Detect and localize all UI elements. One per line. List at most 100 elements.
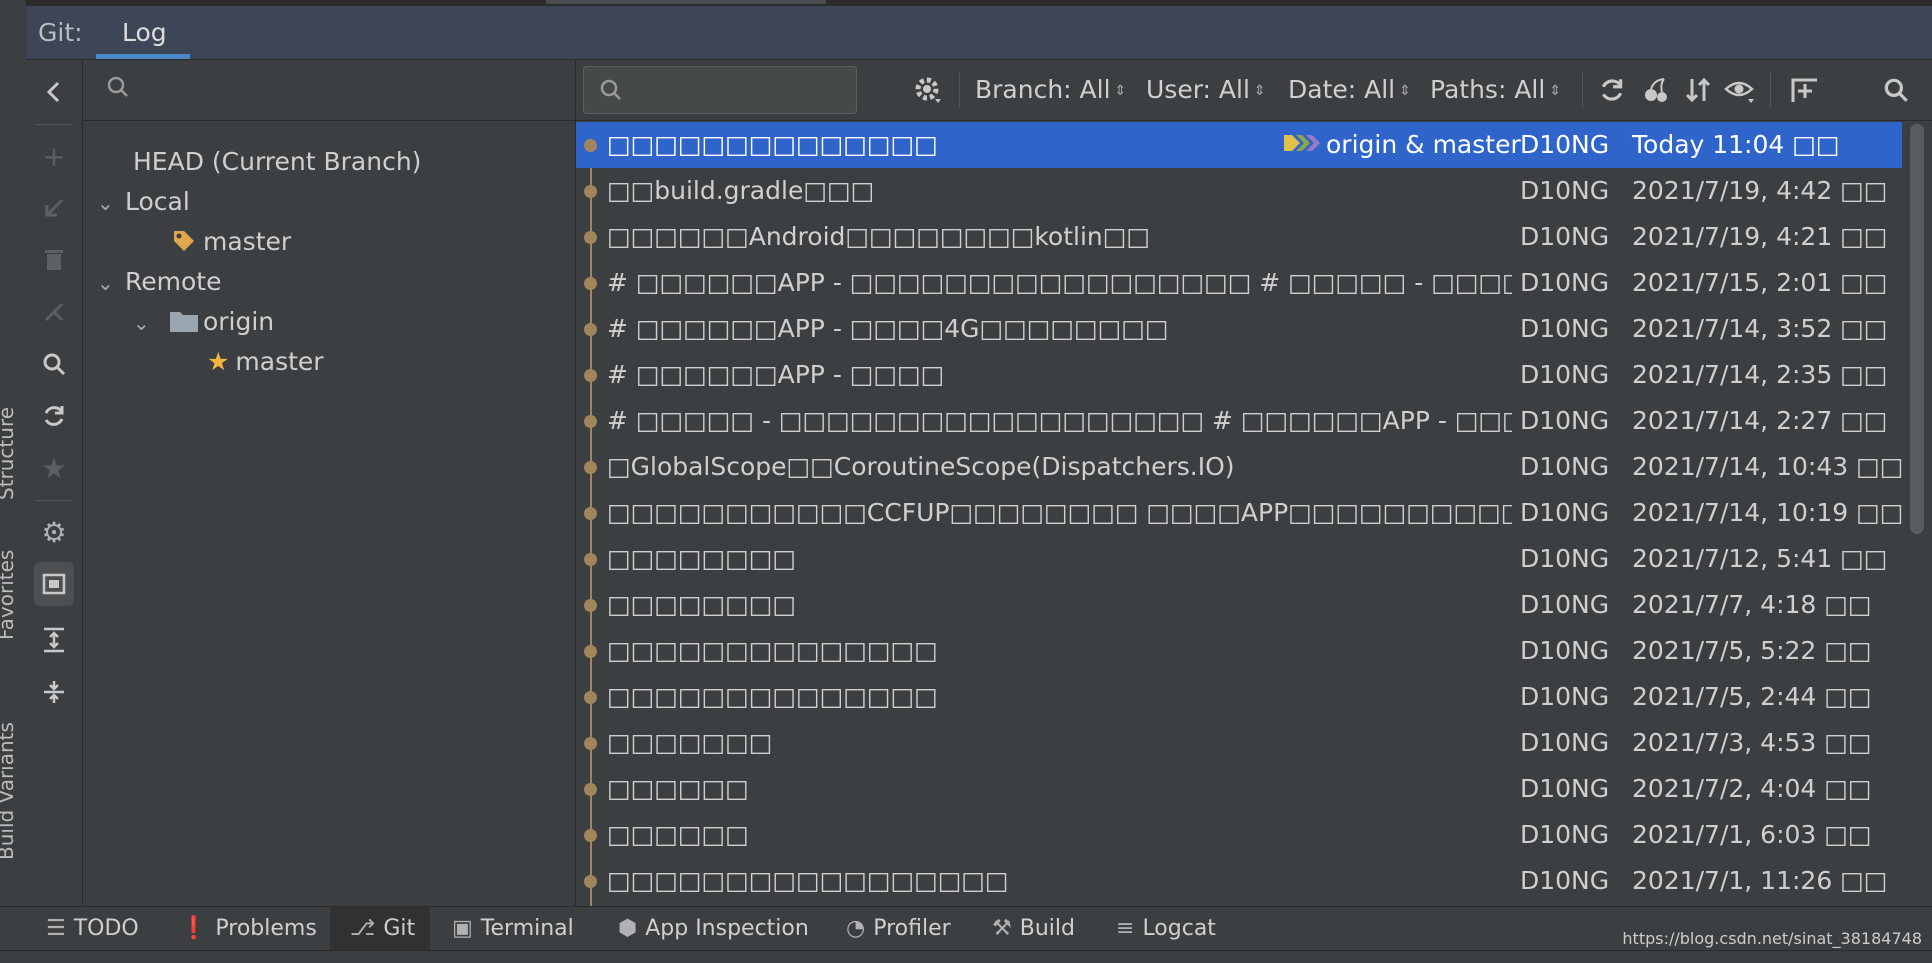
git-tool-label: Git: <box>38 18 83 47</box>
commit-author: D10NG <box>1520 820 1610 849</box>
branch-search-bar[interactable] <box>83 60 575 121</box>
commit-message: □□□□□□□□□□□□□□□□□ <box>607 866 1009 895</box>
add-branch-icon[interactable]: + <box>26 132 82 180</box>
commit-node <box>584 185 597 198</box>
commit-log-panel: Branch: All ⇕ User: All ⇕ Date: All ⇕ Paths… <box>576 60 1932 906</box>
commit-row[interactable]: # □□□□□□APP - □□□□□□□□□□□□□□□□□ # □□□□□ … <box>576 260 1902 306</box>
commit-node <box>584 829 597 842</box>
search-icon <box>600 79 621 100</box>
group-by-directory-icon[interactable] <box>34 562 74 606</box>
branch-actions-toolbar: + ★ ⚙ <box>26 60 83 906</box>
commit-row[interactable]: □□build.gradle□□□ D10NG 2021/7/19, 4:42 □□ <box>576 168 1902 214</box>
search-branch-icon[interactable] <box>26 340 82 388</box>
paths-filter[interactable]: Paths: All ⇕ <box>1430 60 1561 120</box>
structure-tool-label[interactable]: Structure <box>0 407 18 500</box>
remote-origin-node[interactable]: ⌄ origin <box>133 304 274 340</box>
build-variants-tool-label[interactable]: Build Variants <box>0 722 18 860</box>
commit-author: D10NG <box>1520 176 1610 205</box>
collapse-all-icon[interactable] <box>26 668 82 716</box>
commit-row[interactable]: □□□□□□□□□□□□□□□□□ D10NG 2021/7/1, 11:26 □□ <box>576 858 1902 904</box>
profiler-tab-label: Profiler <box>873 916 951 941</box>
commit-row[interactable]: □□□□□□□□ D10NG 2021/7/7, 4:18 □□ <box>576 582 1902 628</box>
commit-row[interactable]: □□□□□□□□□□□□□□ origin & master D10NG Today … <box>576 122 1902 168</box>
log-settings-gear-icon[interactable] <box>908 70 948 110</box>
build-tab-label: Build <box>1019 916 1075 941</box>
chevron-down-icon[interactable]: ⌄ <box>133 305 161 341</box>
cherry-pick-icon[interactable] <box>1636 70 1676 110</box>
commit-row[interactable]: □□□□□□□ D10NG 2021/7/3, 4:53 □□ <box>576 720 1902 766</box>
commit-message: □□□□□□Android□□□□□□□□kotlin□□ <box>607 222 1151 251</box>
commit-date: 2021/7/14, 2:27 □□ <box>1632 406 1888 435</box>
todo-tab[interactable]: ☰ TODO <box>46 907 139 951</box>
commit-row[interactable]: □GlobalScope□□CoroutineScope(Dispatchers… <box>576 444 1902 490</box>
chevron-down-icon[interactable]: ⌄ <box>97 185 125 221</box>
remote-branch-master[interactable]: ★ master <box>207 344 324 380</box>
remote-branches-node[interactable]: ⌄ Remote <box>97 264 221 300</box>
checkout-icon[interactable] <box>26 184 82 232</box>
commit-row[interactable]: □□□□□□□□□□□CCFUP□□□□□□□□ □□□□APP□□□□□□□□… <box>576 490 1902 536</box>
commit-node <box>584 783 597 796</box>
commit-node <box>584 691 597 704</box>
terminal-icon: ▣ <box>452 916 473 941</box>
new-tab-icon[interactable] <box>1786 70 1826 110</box>
commit-row[interactable]: □□□□□□ D10NG 2021/7/2, 4:04 □□ <box>576 766 1902 812</box>
user-filter[interactable]: User: All ⇕ <box>1146 60 1266 120</box>
commit-node <box>584 139 597 152</box>
commit-row[interactable]: □□□□□□□□ D10NG 2021/7/12, 5:41 □□ <box>576 536 1902 582</box>
commit-author: D10NG <box>1520 682 1610 711</box>
commit-row[interactable]: □□□□□□ D10NG 2021/7/1, 6:03 □□ <box>576 812 1902 858</box>
search-log-icon[interactable] <box>1876 70 1916 110</box>
terminal-tab[interactable]: ▣ Terminal <box>452 907 574 951</box>
date-filter[interactable]: Date: All ⇕ <box>1288 60 1411 120</box>
commit-message: # □□□□□□APP - □□□□ <box>607 360 945 389</box>
merge-icon[interactable] <box>26 288 82 336</box>
commit-message: □□□□□□□□□□□CCFUP□□□□□□□□ □□□□APP□□□□□□□□… <box>607 498 1512 527</box>
gauge-icon: ◔ <box>846 916 866 941</box>
commit-row[interactable]: # □□□□□□APP - □□□□ D10NG 2021/7/14, 2:35 □… <box>576 352 1902 398</box>
commit-message: □□□□□□□□□□□□□□ <box>607 130 938 159</box>
commit-row[interactable]: □□□□□□Android□□□□□□□□kotlin□□ D10NG 2021/7… <box>576 214 1902 260</box>
commit-node <box>584 369 597 382</box>
head-current-branch[interactable]: HEAD (Current Branch) <box>133 144 421 180</box>
branch-filter[interactable]: Branch: All ⇕ <box>975 60 1126 120</box>
favorite-star-icon[interactable]: ★ <box>26 444 82 492</box>
editor-tab-highlight <box>546 0 826 4</box>
list-icon: ☰ <box>46 916 66 941</box>
local-branches-node[interactable]: ⌄ Local <box>97 184 190 220</box>
commit-row[interactable]: # □□□□□ - □□□□□□□□□□□□□□□□□□ # □□□□□□APP… <box>576 398 1902 444</box>
commit-node <box>584 599 597 612</box>
sort-arrows-icon: ⇕ <box>1399 83 1411 99</box>
refresh-icon[interactable] <box>1592 70 1632 110</box>
commit-row[interactable]: □□□□□□□□□□□□□□ D10NG 2021/7/5, 5:22 □□ <box>576 628 1902 674</box>
view-options-eye-icon[interactable] <box>1720 70 1760 110</box>
logcat-tab-label: Logcat <box>1142 916 1216 941</box>
expand-all-icon[interactable] <box>26 616 82 664</box>
log-search-field[interactable] <box>583 66 857 114</box>
delete-branch-icon[interactable] <box>26 236 82 284</box>
android-icon: ⬢ <box>618 916 638 941</box>
commit-author: D10NG <box>1520 498 1610 527</box>
problems-tab[interactable]: ❗ Problems <box>180 907 317 951</box>
settings-gear-icon[interactable]: ⚙ <box>26 508 82 556</box>
app-inspection-tab[interactable]: ⬢ App Inspection <box>618 907 809 951</box>
fetch-icon[interactable] <box>26 392 82 440</box>
commit-author: D10NG <box>1520 544 1610 573</box>
commit-date: 2021/7/19, 4:21 □□ <box>1632 222 1888 251</box>
git-tool-header: Git: Log <box>26 6 1932 60</box>
sort-commits-icon[interactable] <box>1678 70 1718 110</box>
git-tab[interactable]: ⎇ Git <box>330 907 430 951</box>
profiler-tab[interactable]: ◔ Profiler <box>846 907 951 951</box>
favorites-tool-label[interactable]: Favorites <box>0 550 18 640</box>
collapse-panel-icon[interactable] <box>26 68 82 116</box>
chevron-down-icon[interactable]: ⌄ <box>97 265 125 301</box>
sort-arrows-icon: ⇕ <box>1253 83 1266 99</box>
commit-row[interactable]: # □□□□□□APP - □□□□4G□□□□□□□□ D10NG 2021/7/… <box>576 306 1902 352</box>
log-search-input[interactable] <box>630 73 844 107</box>
commit-list[interactable]: □□□□□□□□□□□□□□ origin & master D10NG Today … <box>576 122 1902 906</box>
build-tab[interactable]: ⚒ Build <box>992 907 1075 951</box>
commit-row[interactable]: □□□□□□□□□□□□□□ D10NG 2021/7/5, 2:44 □□ <box>576 674 1902 720</box>
tab-log[interactable]: Log <box>96 6 190 59</box>
log-scrollbar[interactable] <box>1910 124 1924 534</box>
logcat-tab[interactable]: ≡ Logcat <box>1116 907 1216 951</box>
local-branch-master[interactable]: master <box>171 224 291 260</box>
